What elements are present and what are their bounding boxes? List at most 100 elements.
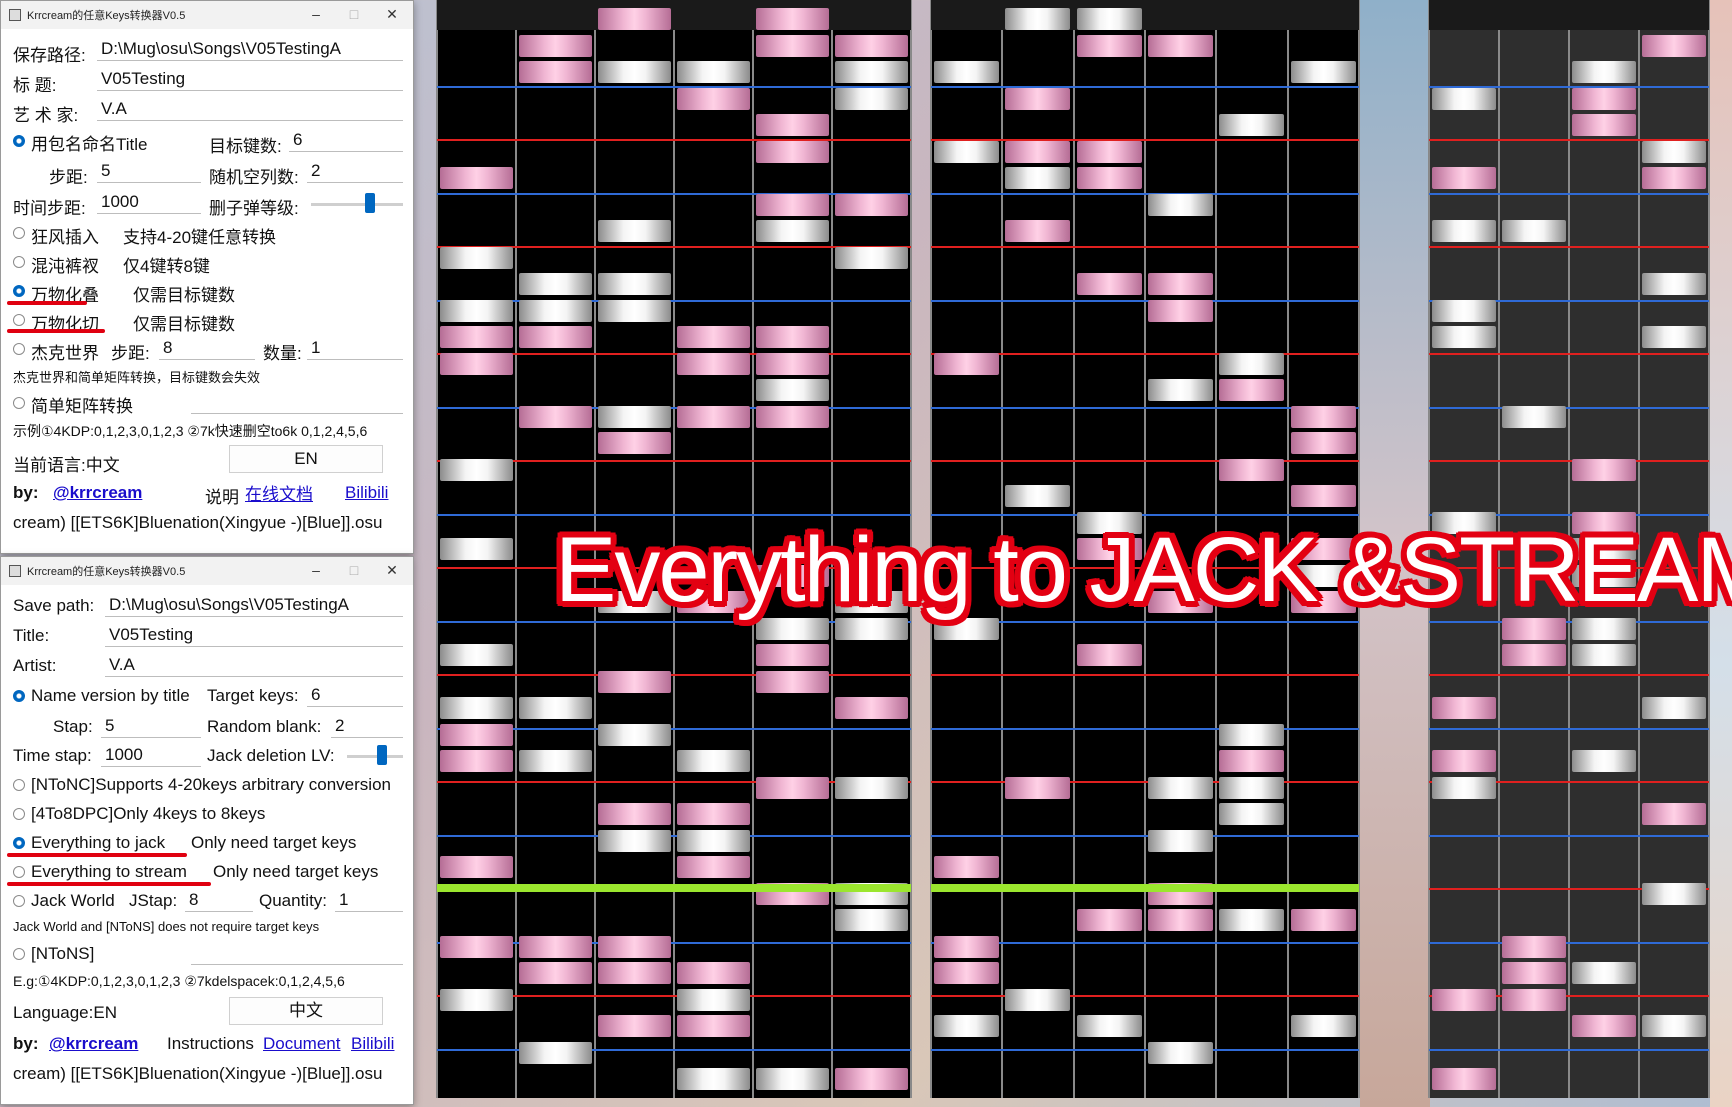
note (519, 300, 592, 322)
note (1572, 88, 1636, 110)
note (1502, 220, 1566, 242)
name-by-title-radio[interactable] (13, 135, 25, 147)
jw-step-input[interactable]: 8 (185, 888, 253, 912)
jw-step-input[interactable]: 8 (159, 336, 255, 360)
mode3-radio[interactable] (13, 285, 25, 297)
jack-delete-slider-track[interactable] (311, 203, 403, 206)
jack-world-note: Jack World and [NToNS] does not require … (13, 919, 320, 934)
online-doc-link[interactable]: 在线文档 (245, 480, 313, 505)
titlebar[interactable]: Krrcream的任意Keys转换器V0.5 – □ ✕ (1, 1, 413, 29)
matrix-input[interactable] (191, 941, 403, 965)
matrix-radio[interactable] (13, 948, 25, 960)
note (756, 1068, 829, 1090)
note (756, 141, 829, 163)
quantity-input[interactable]: 1 (307, 336, 403, 360)
mode4-radio[interactable] (13, 866, 25, 878)
maximize-icon[interactable]: □ (335, 1, 373, 29)
target-keys-input[interactable]: 6 (307, 683, 403, 707)
note (1642, 167, 1706, 189)
note (1077, 909, 1142, 931)
minimize-icon[interactable]: – (297, 557, 335, 585)
name-by-title-radio[interactable] (13, 690, 25, 702)
online-doc-link[interactable]: Document (263, 1034, 340, 1054)
jack-world-label: Jack World (31, 891, 115, 910)
jack-world-radio[interactable] (13, 895, 25, 907)
note (519, 1042, 592, 1064)
note (677, 88, 750, 110)
mode2-radio[interactable] (13, 256, 25, 268)
note (1642, 883, 1706, 905)
beat-line (931, 460, 1359, 462)
highlight-underline (7, 301, 87, 305)
step-input[interactable]: 5 (97, 159, 201, 183)
bilibili-link[interactable]: Bilibili (345, 483, 388, 503)
note (440, 538, 513, 560)
note (598, 830, 671, 852)
target-keys-input[interactable]: 6 (289, 128, 403, 152)
title-input[interactable]: V05Testing (97, 67, 403, 91)
jack-world-radio[interactable] (13, 343, 25, 355)
note (440, 247, 513, 269)
mode2-radio[interactable] (13, 808, 25, 820)
note (677, 1015, 750, 1037)
note (1219, 459, 1284, 481)
author-link[interactable]: @krrcream (53, 483, 142, 503)
close-icon[interactable]: ✕ (373, 557, 411, 585)
example-text: 示例①4KDP:0,1,2,3,0,1,2,3 ②7k快速删空to6k 0,1,… (13, 423, 368, 439)
note (1572, 459, 1636, 481)
mode1-desc: 支持4-20键任意转换 (123, 228, 277, 247)
note (835, 35, 908, 57)
beat-line (931, 246, 1359, 248)
artist-input[interactable]: V.A (105, 653, 403, 677)
mode1-radio[interactable] (13, 227, 25, 239)
language-toggle-button[interactable]: EN (229, 445, 383, 473)
random-blank-label: 随机空列数: (209, 168, 299, 187)
language-toggle-button[interactable]: 中文 (229, 997, 383, 1025)
note (677, 830, 750, 852)
selected-file: cream) [[ETS6K]Bluenation(Xingyue -)[Blu… (13, 513, 383, 532)
note (835, 697, 908, 719)
random-blank-input[interactable]: 2 (331, 714, 403, 738)
selected-file: cream) [[ETS6K]Bluenation(Xingyue -)[Blu… (13, 1064, 383, 1083)
jack-delete-slider-thumb[interactable] (377, 745, 387, 765)
mode1-radio[interactable] (13, 779, 25, 791)
mode1-label: 狂风插入 (31, 228, 99, 247)
bilibili-link[interactable]: Bilibili (351, 1034, 394, 1054)
beat-line (931, 995, 1359, 997)
time-step-input[interactable]: 1000 (97, 190, 201, 214)
minimize-icon[interactable]: – (297, 1, 335, 29)
artist-input[interactable]: V.A (97, 97, 403, 121)
note (1642, 803, 1706, 825)
step-input[interactable]: 5 (101, 714, 201, 738)
note (519, 936, 592, 958)
quantity-input[interactable]: 1 (335, 888, 403, 912)
jack-delete-slider-thumb[interactable] (365, 193, 375, 213)
note (519, 750, 592, 772)
matrix-input[interactable] (191, 390, 403, 414)
title-input[interactable]: V05Testing (105, 623, 403, 647)
note (756, 353, 829, 375)
beat-line (931, 835, 1359, 837)
name-by-title-label: 用包名命名Title (31, 135, 148, 154)
beat-line (1429, 460, 1709, 462)
note (1572, 750, 1636, 772)
close-icon[interactable]: ✕ (373, 1, 411, 29)
note (440, 353, 513, 375)
save-path-input[interactable]: D:\Mug\osu\Songs\V05TestingA (105, 593, 403, 617)
matrix-radio[interactable] (13, 397, 25, 409)
random-blank-input[interactable]: 2 (307, 159, 403, 183)
time-step-input[interactable]: 1000 (101, 743, 201, 767)
mode4-radio[interactable] (13, 314, 25, 326)
mode3-radio[interactable] (13, 837, 25, 849)
note (440, 167, 513, 189)
note (934, 61, 999, 83)
titlebar[interactable]: Krrcream的任意Keys转换器V0.5 – □ ✕ (1, 557, 413, 585)
note (756, 194, 829, 216)
note (934, 353, 999, 375)
maximize-icon[interactable]: □ (335, 557, 373, 585)
save-path-input[interactable]: D:\Mug\osu\Songs\V05TestingA (97, 37, 403, 61)
artist-label: 艺 术 家: (13, 106, 79, 125)
mode3-desc: Only need target keys (191, 833, 357, 852)
author-link[interactable]: @krrcream (49, 1034, 138, 1054)
jack-delete-slider-track[interactable] (347, 755, 403, 758)
